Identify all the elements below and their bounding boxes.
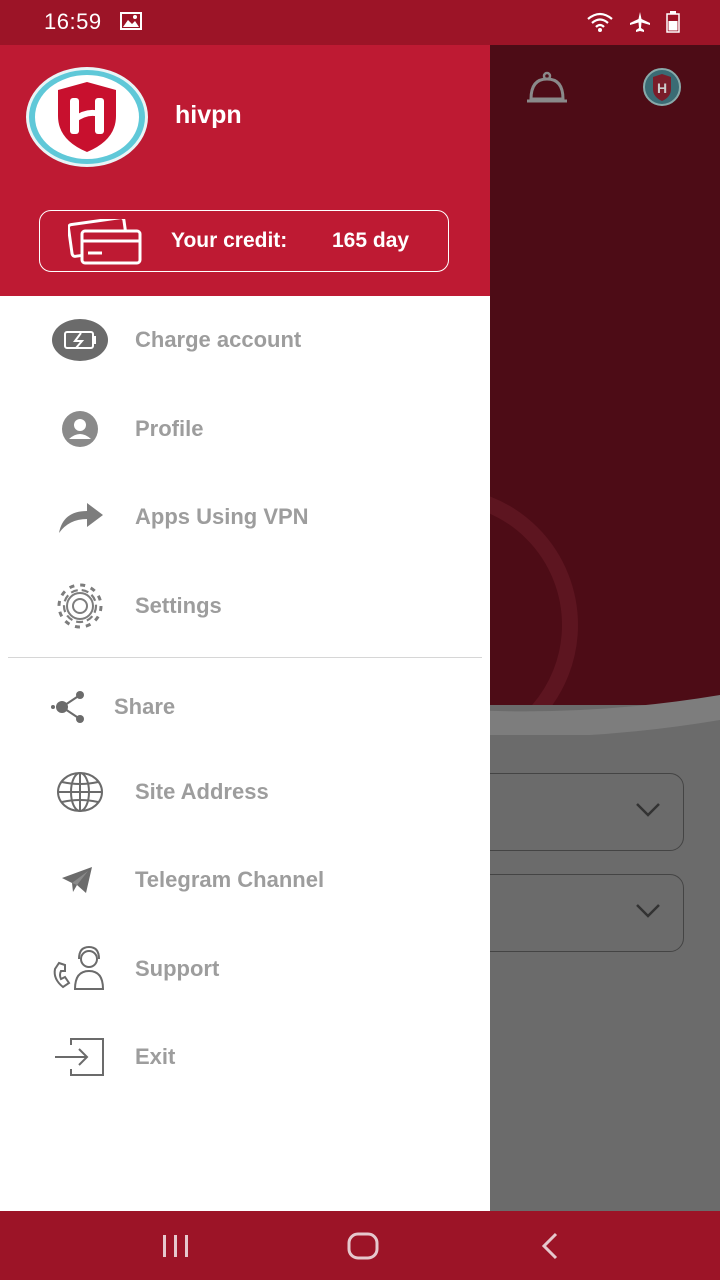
share-arrow-icon [50,482,110,552]
battery-icon [666,11,680,33]
battery-charge-icon [50,305,110,375]
service-bell-icon[interactable] [525,67,569,107]
menu-item-label: Apps Using VPN [135,504,309,529]
home-icon[interactable] [346,1231,380,1261]
menu-item-profile[interactable]: Profile [0,394,490,464]
wifi-icon [587,12,613,32]
profile-icon [50,394,110,464]
credit-card-icon [68,219,142,265]
menu-item-label: Support [135,956,220,981]
menu-item-label: Exit [135,1044,176,1069]
menu-item-label: Share [114,694,176,719]
menu-item-label: Charge account [135,327,302,352]
menu-item-label: Telegram Channel [135,867,325,892]
protocol-dropdown[interactable] [470,874,684,952]
back-icon[interactable] [538,1231,562,1261]
globe-icon [50,757,110,827]
menu-item-telegram-channel[interactable]: Telegram Channel [0,845,490,915]
server-dropdown[interactable] [470,773,684,851]
menu-item-charge-account[interactable]: Charge account [0,305,490,375]
drawer-header: hivpn Your credit: 165 day [0,45,490,296]
menu-item-label: Site Address [135,779,269,804]
username: hivpn [175,101,242,129]
support-agent-icon [50,934,110,1004]
svg-text:H: H [657,80,667,96]
gear-icon [50,571,110,641]
system-navigation-bar [0,1211,720,1280]
menu-item-settings[interactable]: Settings [0,571,490,641]
menu-item-apps-using-vpn[interactable]: Apps Using VPN [0,482,490,552]
menu-item-exit[interactable]: Exit [0,1022,490,1092]
credit-label: Your credit: [171,229,288,252]
exit-icon [50,1022,110,1092]
recent-apps-icon[interactable] [160,1233,192,1259]
hivpn-logo-icon[interactable]: H [640,67,684,107]
avatar-inner [35,75,139,159]
menu-item-share[interactable]: Share [0,672,490,742]
avatar[interactable] [26,67,148,167]
status-time: 16:59 [44,9,102,34]
menu-item-label: Profile [135,416,204,441]
menu-item-site-address[interactable]: Site Address [0,757,490,827]
share-icon [40,672,100,742]
chevron-down-icon [636,904,660,918]
shield-logo-icon [58,82,116,152]
menu-divider [8,657,482,658]
airplane-mode-icon [630,12,650,32]
chevron-down-icon [636,803,660,817]
menu-item-support[interactable]: Support [0,934,490,1004]
gallery-icon [120,12,142,30]
navigation-drawer: hivpn Your credit: 165 day Charge accoun… [0,45,490,1211]
telegram-icon [48,845,108,915]
credit-value: 165 day [332,229,410,252]
menu-item-label: Settings [135,593,222,618]
credit-box: Your credit: 165 day [39,210,449,272]
status-bar: 16:59 [0,0,720,45]
